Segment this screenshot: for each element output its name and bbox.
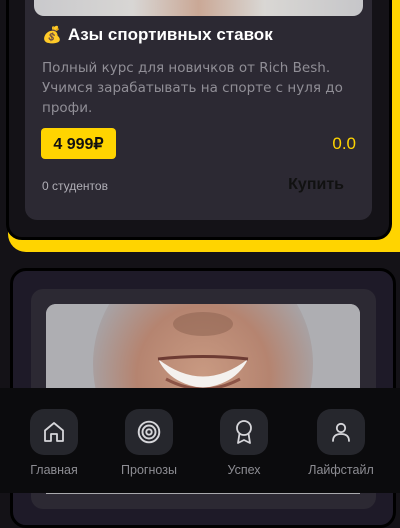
course-title: 💰 Азы спортивных ставок: [42, 25, 273, 45]
bottom-nav: Главная Прогнозы Успех Лайфстайл: [0, 388, 400, 493]
user-icon: [317, 409, 365, 455]
nav-label-predictions: Прогнозы: [121, 463, 177, 477]
students-count: 0 студентов: [42, 179, 108, 193]
course-rating: 0.0: [332, 134, 356, 153]
money-bag-icon: 💰: [42, 27, 62, 44]
nav-item-predictions[interactable]: Прогнозы: [101, 409, 197, 477]
nav-item-success[interactable]: Успех: [196, 409, 292, 477]
award-icon: [220, 409, 268, 455]
nav-label-success: Успех: [227, 463, 261, 477]
nav-item-home[interactable]: Главная: [6, 409, 102, 477]
nav-item-lifestyle[interactable]: Лайфстайл: [293, 409, 389, 477]
target-icon: [125, 409, 173, 455]
course-title-text: Азы спортивных ставок: [67, 25, 273, 44]
course-description: Полный курс для новичков от Rich Besh. У…: [42, 60, 343, 116]
price-badge: 4 999₽: [41, 128, 116, 159]
buy-button[interactable]: Купить: [288, 176, 344, 194]
home-icon: [30, 409, 78, 455]
course-cover-image: [34, 0, 363, 16]
nav-label-home: Главная: [30, 463, 78, 477]
nav-label-lifestyle: Лайфстайл: [308, 463, 374, 477]
